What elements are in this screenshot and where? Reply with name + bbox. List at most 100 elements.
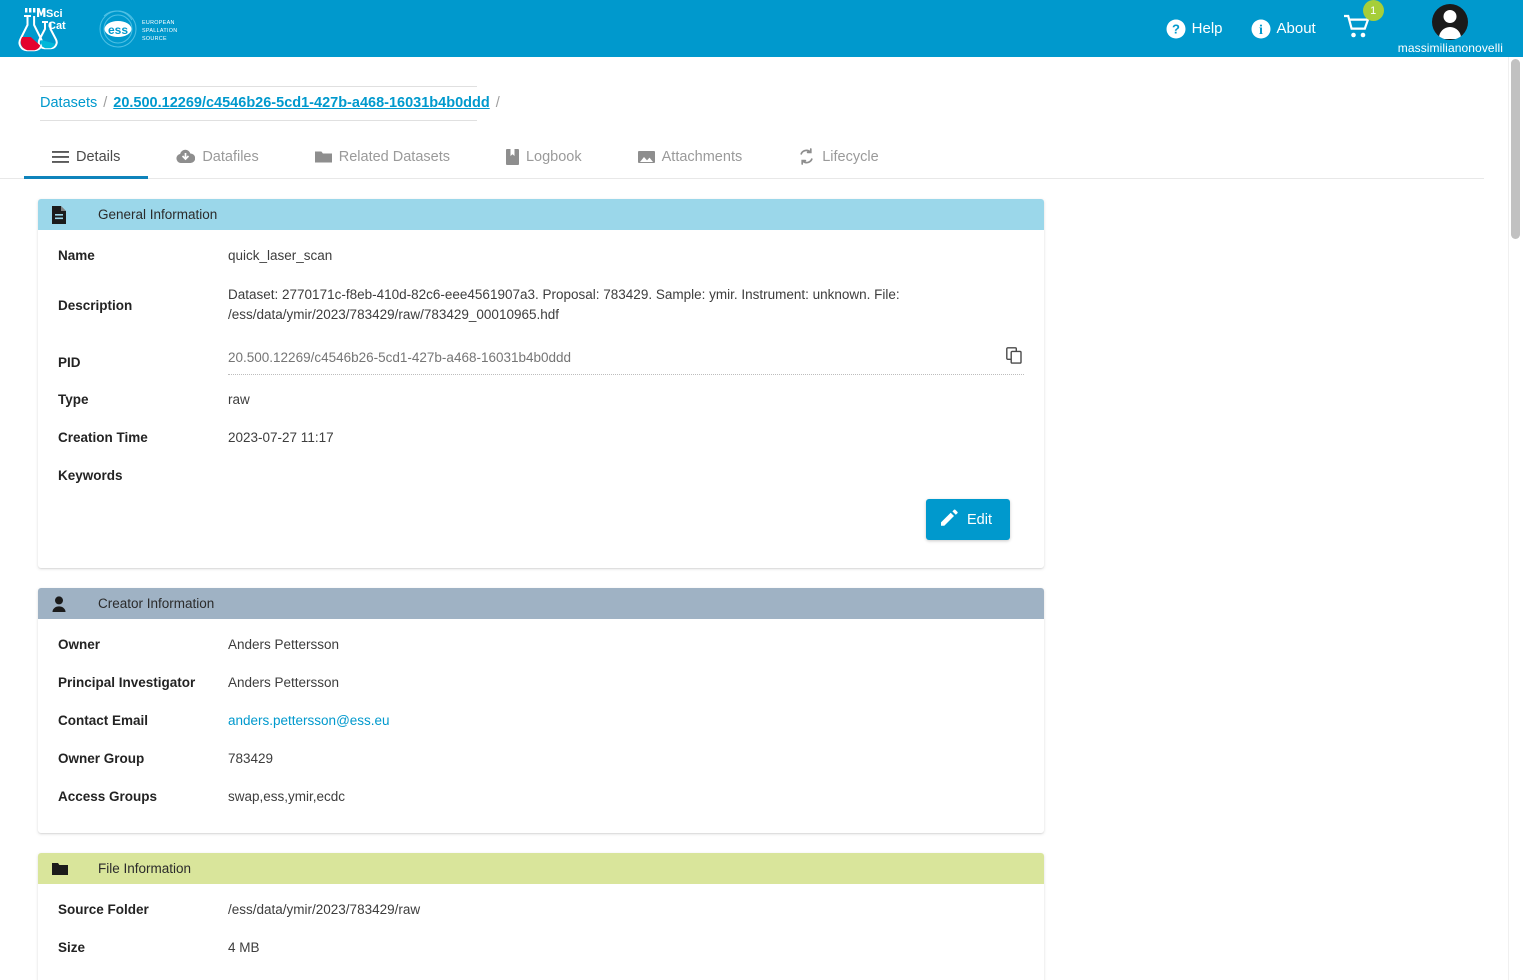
file-information-header: File Information: [38, 853, 1044, 884]
app-header: Sci Cat ess EUROPEAN SPALLATION SOURCE ?…: [0, 0, 1523, 57]
brand-group: Sci Cat ess EUROPEAN SPALLATION SOURCE: [14, 6, 184, 52]
creator-information-panel: Creator Information Owner Anders Petters…: [38, 588, 1044, 833]
field-keywords-label: Keywords: [58, 468, 123, 483]
general-information-title: General Information: [98, 207, 218, 222]
about-label: About: [1276, 20, 1316, 37]
person-icon: [52, 595, 70, 612]
page-scrollbar[interactable]: [1508, 57, 1523, 980]
general-information-panel: General Information Name quick_laser_sca…: [38, 199, 1044, 568]
tab-lifecycle[interactable]: Lifecycle: [770, 135, 906, 178]
field-description-label: Description: [58, 297, 133, 313]
tab-datafiles[interactable]: Datafiles: [148, 135, 286, 178]
creator-information-header: Creator Information: [38, 588, 1044, 619]
help-icon: ?: [1166, 19, 1186, 39]
field-owner-group-value: 783429: [228, 751, 274, 766]
field-name-label: Name: [58, 248, 95, 263]
book-icon: [505, 148, 519, 165]
tab-related-datasets-label: Related Datasets: [338, 148, 450, 165]
edit-button[interactable]: Edit: [926, 499, 1010, 540]
field-contact-email-value: anders.pettersson@ess.eu: [228, 711, 390, 731]
ess-logo-link[interactable]: ess EUROPEAN SPALLATION SOURCE: [96, 9, 184, 49]
field-name: Name quick_laser_scan: [58, 240, 1024, 278]
svg-text:i: i: [1259, 23, 1263, 38]
folder-icon: [52, 862, 70, 876]
field-creation-time-label: Creation Time: [58, 430, 148, 445]
file-information-body: Source Folder /ess/data/ymir/2023/783429…: [38, 884, 1044, 980]
document-icon: [52, 205, 70, 224]
help-link[interactable]: ? Help: [1152, 0, 1237, 57]
svg-text:SPALLATION: SPALLATION: [142, 28, 177, 34]
breadcrumb-separator: /: [103, 95, 108, 111]
field-pid: PID: [58, 330, 1024, 384]
breadcrumb: Datasets / 20.500.12269/c4546b26-5cd1-42…: [40, 86, 500, 121]
cart-badge: 1: [1362, 0, 1384, 21]
username-label: massimilianonovelli: [1397, 41, 1503, 55]
page-scrollbar-thumb[interactable]: [1511, 59, 1520, 239]
tab-related-datasets[interactable]: Related Datasets: [287, 135, 478, 178]
field-creation-time: Creation Time 2023-07-27 11:17: [58, 422, 1024, 460]
breadcrumb-trailing-separator: /: [495, 95, 500, 111]
field-type-label: Type: [58, 392, 89, 407]
field-description-value: Dataset: 2770171c-f8eb-410d-82c6-eee4561…: [228, 287, 900, 322]
pid-input[interactable]: [228, 349, 1004, 365]
field-access-groups-value: swap,ess,ymir,ecdc: [228, 789, 346, 804]
field-principal-investigator-value: Anders Pettersson: [228, 675, 340, 690]
field-owner: Owner Anders Pettersson: [58, 629, 1024, 667]
tab-details-label: Details: [76, 148, 121, 165]
copy-icon: [1006, 347, 1022, 367]
svg-text:EUROPEAN: EUROPEAN: [142, 20, 175, 26]
general-information-header: General Information: [38, 199, 1044, 230]
avatar: [1432, 4, 1469, 40]
field-source-folder: Source Folder /ess/data/ymir/2023/783429…: [58, 894, 1024, 932]
field-type: Type raw: [58, 384, 1024, 422]
tab-logbook[interactable]: Logbook: [478, 135, 610, 178]
svg-text:ess: ess: [108, 23, 128, 37]
cart-button[interactable]: 1: [1330, 0, 1386, 57]
ess-logo-icon: ess EUROPEAN SPALLATION SOURCE: [99, 10, 177, 47]
general-information-body: Name quick_laser_scan Description Datase…: [38, 230, 1044, 568]
svg-text:Sci: Sci: [46, 8, 63, 20]
field-size-label: Size: [58, 940, 86, 955]
page-content: Datasets / 20.500.12269/c4546b26-5cd1-42…: [0, 57, 1508, 980]
field-description: Description Dataset: 2770171c-f8eb-410d-…: [58, 278, 1024, 330]
scicat-logo-link[interactable]: Sci Cat: [14, 6, 74, 52]
tab-attachments-label: Attachments: [661, 148, 743, 165]
contact-email-link[interactable]: anders.pettersson@ess.eu: [228, 713, 390, 728]
svg-text:?: ?: [1172, 21, 1180, 36]
tab-attachments[interactable]: Attachments: [610, 135, 771, 178]
creator-information-body: Owner Anders Pettersson Principal Invest…: [38, 619, 1044, 833]
field-owner-group-label: Owner Group: [58, 751, 145, 766]
tab-details[interactable]: Details: [24, 135, 149, 179]
file-information-panel: File Information Source Folder /ess/data…: [38, 853, 1044, 980]
breadcrumb-current-pid[interactable]: 20.500.12269/c4546b26-5cd1-427b-a468-160…: [113, 95, 489, 111]
field-source-folder-label: Source Folder: [58, 902, 149, 917]
about-link[interactable]: i About: [1237, 0, 1330, 57]
help-label: Help: [1191, 20, 1223, 37]
copy-pid-button[interactable]: [1004, 347, 1024, 367]
field-type-value: raw: [228, 392, 250, 407]
field-name-value: quick_laser_scan: [228, 248, 333, 263]
field-access-groups: Access Groups swap,ess,ymir,ecdc: [58, 781, 1024, 819]
field-source-folder-value: /ess/data/ymir/2023/783429/raw: [228, 902, 421, 917]
page-container: Datasets / 20.500.12269/c4546b26-5cd1-42…: [0, 57, 1523, 980]
sync-icon: [798, 148, 815, 165]
general-information-actions: Edit: [58, 487, 1024, 554]
svg-text:SOURCE: SOURCE: [142, 36, 167, 42]
field-owner-value: Anders Pettersson: [228, 637, 340, 652]
pid-field-wrapper: [228, 347, 1024, 375]
breadcrumb-datasets-link[interactable]: Datasets: [40, 95, 97, 111]
field-access-groups-label: Access Groups: [58, 789, 158, 804]
scicat-logo-icon: Sci Cat: [18, 7, 66, 51]
field-contact-email: Contact Email anders.pettersson@ess.eu: [58, 705, 1024, 743]
field-pid-label: PID: [58, 354, 81, 370]
tab-logbook-label: Logbook: [525, 148, 582, 165]
dataset-tabbar: Details Datafiles Related Datasets Logbo…: [0, 135, 1484, 179]
field-principal-investigator-label: Principal Investigator: [58, 675, 196, 690]
info-icon: i: [1251, 19, 1271, 39]
field-owner-label: Owner: [58, 637, 101, 652]
user-menu[interactable]: massimilianonovelli: [1386, 4, 1507, 55]
file-information-title: File Information: [98, 861, 192, 876]
field-keywords: Keywords: [58, 460, 1024, 487]
folder-icon: [314, 150, 332, 164]
header-actions: ? Help i About 1 massimilianonovelli: [1152, 0, 1507, 57]
